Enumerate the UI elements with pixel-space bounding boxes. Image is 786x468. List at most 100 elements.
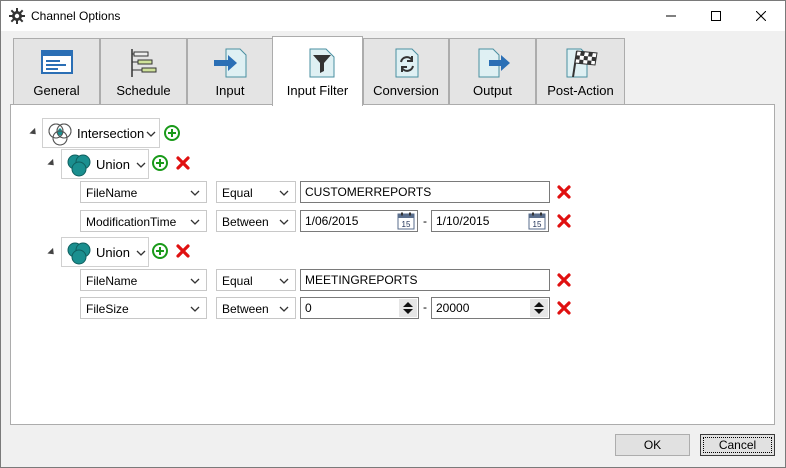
chevron-down-icon [146, 131, 156, 137]
cancel-button[interactable]: Cancel [700, 434, 775, 456]
condition-field-value: FileSize [86, 302, 129, 316]
tab-schedule-label: Schedule [116, 83, 171, 98]
condition-comparison-select[interactable]: Equal [216, 181, 296, 203]
tab-output[interactable]: Output [449, 38, 536, 104]
schedule-icon [126, 47, 162, 79]
size-from-input[interactable]: 0 [300, 297, 419, 319]
condition-field-select[interactable]: FileName [80, 269, 207, 291]
calendar-day: 15 [533, 220, 542, 229]
output-arrow-icon [475, 47, 511, 79]
chevron-down-icon [190, 190, 200, 196]
close-icon [755, 11, 766, 21]
delete-x-icon [557, 273, 571, 287]
tab-input-label: Input [215, 83, 245, 98]
size-to-input[interactable]: 20000 [431, 297, 550, 319]
group-1-delete-button[interactable] [176, 156, 190, 170]
date-from-value: 1/06/2015 [305, 214, 359, 228]
delete-x-icon [557, 214, 571, 228]
funnel-icon [300, 47, 336, 79]
condition-comparison-value: Equal [222, 186, 253, 200]
condition-comparison-value: Between [222, 215, 269, 229]
union-venn-icon [66, 153, 92, 177]
window-icon [39, 47, 75, 79]
date-to-value: 1/10/2015 [436, 214, 490, 228]
condition-comparison-select[interactable]: Between [216, 297, 296, 319]
chevron-down-icon [190, 278, 200, 284]
union-venn-icon [66, 241, 92, 265]
condition-comparison-select[interactable]: Equal [216, 269, 296, 291]
condition-value-text: CUSTOMERREPORTS [305, 185, 432, 199]
group-1-operator-combo[interactable]: Union [61, 149, 149, 179]
range-separator: - [423, 214, 427, 228]
condition-field-value: FileName [86, 274, 138, 288]
tab-post-action[interactable]: Post-Action [536, 38, 625, 104]
add-circle-icon [152, 243, 168, 259]
condition-field-value: ModificationTime [86, 215, 177, 229]
convert-icon [388, 47, 424, 79]
chevron-down-icon [136, 162, 146, 168]
tab-conversion[interactable]: Conversion [363, 38, 449, 104]
input-arrow-icon [212, 47, 248, 79]
group-1-operator-label: Union [96, 157, 130, 172]
condition-value-text: MEETINGREPORTS [305, 273, 418, 287]
intersection-venn-icon [47, 122, 73, 146]
checkered-flag-icon [563, 47, 599, 79]
group-2-add-condition-button[interactable] [152, 243, 168, 259]
condition-value-input[interactable]: MEETINGREPORTS [300, 269, 550, 291]
tab-input-filter[interactable]: Input Filter [272, 36, 363, 106]
chevron-down-icon [279, 219, 289, 225]
group-2-delete-button[interactable] [176, 244, 190, 258]
condition-delete-button[interactable] [557, 214, 571, 228]
calendar-icon[interactable]: 15 [397, 212, 415, 230]
tab-input[interactable]: Input [187, 38, 273, 104]
condition-delete-button[interactable] [557, 185, 571, 199]
calendar-icon[interactable]: 15 [528, 212, 546, 230]
size-to-value: 20000 [436, 301, 470, 315]
condition-delete-button[interactable] [557, 273, 571, 287]
condition-field-select[interactable]: ModificationTime [80, 210, 207, 232]
window-title: Channel Options [31, 9, 121, 23]
delete-x-icon [557, 185, 571, 199]
chevron-down-icon [279, 306, 289, 312]
condition-field-select[interactable]: FileSize [80, 297, 207, 319]
tab-general[interactable]: General [13, 38, 100, 104]
chevron-down-icon [279, 190, 289, 196]
add-group-button[interactable] [164, 125, 180, 141]
maximize-icon [710, 11, 721, 21]
date-to-picker[interactable]: 1/10/2015 15 [431, 210, 549, 232]
maximize-button[interactable] [693, 1, 738, 31]
chevron-down-icon [190, 306, 200, 312]
group-2-operator-label: Union [96, 245, 130, 260]
root-operator-combo[interactable]: Intersection [42, 118, 160, 148]
condition-field-value: FileName [86, 186, 138, 200]
minimize-icon [665, 15, 676, 17]
spin-up-down-icon[interactable] [530, 299, 548, 317]
tab-conversion-label: Conversion [373, 83, 439, 98]
tab-input-filter-label: Input Filter [286, 83, 349, 98]
condition-delete-button[interactable] [557, 301, 571, 315]
condition-field-select[interactable]: FileName [80, 181, 207, 203]
tab-schedule[interactable]: Schedule [100, 38, 187, 104]
date-from-picker[interactable]: 1/06/2015 15 [300, 210, 418, 232]
delete-x-icon [557, 301, 571, 315]
ok-button[interactable]: OK [615, 434, 690, 456]
condition-value-input[interactable]: CUSTOMERREPORTS [300, 181, 550, 203]
cancel-button-label: Cancel [718, 438, 757, 452]
chevron-down-icon [190, 219, 200, 225]
minimize-button[interactable] [648, 1, 693, 31]
delete-x-icon [176, 156, 190, 170]
calendar-day: 15 [402, 220, 411, 229]
tab-general-label: General [33, 83, 80, 98]
spin-up-down-icon[interactable] [399, 299, 417, 317]
gear-icon [9, 8, 25, 24]
tab-output-label: Output [472, 83, 513, 98]
root-operator-label: Intersection [77, 126, 145, 141]
group-2-operator-combo[interactable]: Union [61, 237, 149, 267]
add-circle-icon [152, 155, 168, 171]
close-button[interactable] [738, 1, 783, 31]
chevron-down-icon [279, 278, 289, 284]
condition-comparison-select[interactable]: Between [216, 210, 296, 232]
add-circle-icon [164, 125, 180, 141]
range-separator: - [423, 300, 427, 314]
group-1-add-condition-button[interactable] [152, 155, 168, 171]
